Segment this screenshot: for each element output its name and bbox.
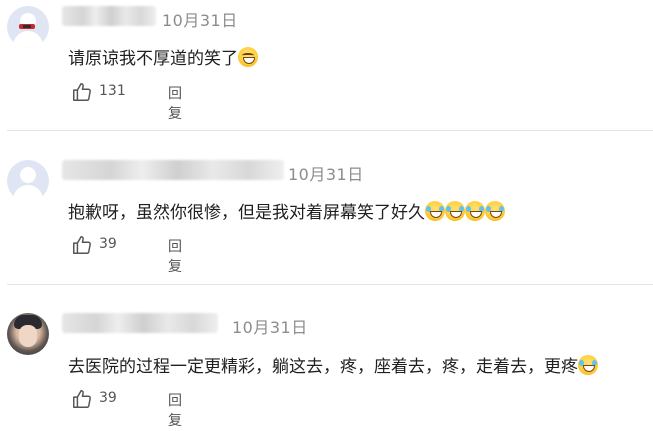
laugh-tears-emoji-icon: [578, 355, 598, 375]
comment-date: 10月31日: [162, 11, 238, 30]
laugh-tears-emoji-icon: [445, 201, 465, 221]
smile-emoji-icon: [238, 47, 258, 67]
comment-date: 10月31日: [232, 318, 308, 337]
user-avatar[interactable]: [7, 6, 49, 48]
username-blurred[interactable]: [62, 313, 218, 333]
thumbs-up-icon[interactable]: [71, 234, 93, 256]
like-count: 39: [99, 236, 117, 252]
reply-button[interactable]: 回复: [168, 390, 182, 430]
like-count: 39: [99, 390, 117, 406]
comment-text: 抱歉呀，虽然你很惨，但是我对着屏幕笑了好久: [68, 198, 505, 223]
reply-button[interactable]: 回复: [168, 83, 182, 123]
comment-text-content: 去医院的过程一定更精彩，躺这去，疼，座着去，疼，走着去，更疼: [68, 357, 578, 377]
user-avatar[interactable]: [7, 313, 49, 355]
comment-date: 10月31日: [288, 165, 364, 184]
username-blurred[interactable]: [62, 6, 156, 26]
laugh-tears-emoji-icon: [425, 201, 445, 221]
comment-divider: [7, 284, 653, 285]
comment-divider: [7, 130, 653, 131]
thumbs-up-icon[interactable]: [71, 81, 93, 103]
thumbs-up-icon[interactable]: [71, 388, 93, 410]
user-avatar[interactable]: [7, 160, 49, 202]
like-count: 131: [99, 83, 126, 99]
comment-text-content: 请原谅我不厚道的笑了: [68, 49, 238, 69]
comment-text: 请原谅我不厚道的笑了: [68, 44, 258, 69]
username-blurred[interactable]: [62, 160, 284, 180]
laugh-tears-emoji-icon: [465, 201, 485, 221]
reply-button[interactable]: 回复: [168, 236, 182, 276]
comment-text-content: 抱歉呀，虽然你很惨，但是我对着屏幕笑了好久: [68, 203, 425, 223]
laugh-tears-emoji-icon: [485, 201, 505, 221]
comment-text: 去医院的过程一定更精彩，躺这去，疼，座着去，疼，走着去，更疼: [68, 352, 598, 377]
